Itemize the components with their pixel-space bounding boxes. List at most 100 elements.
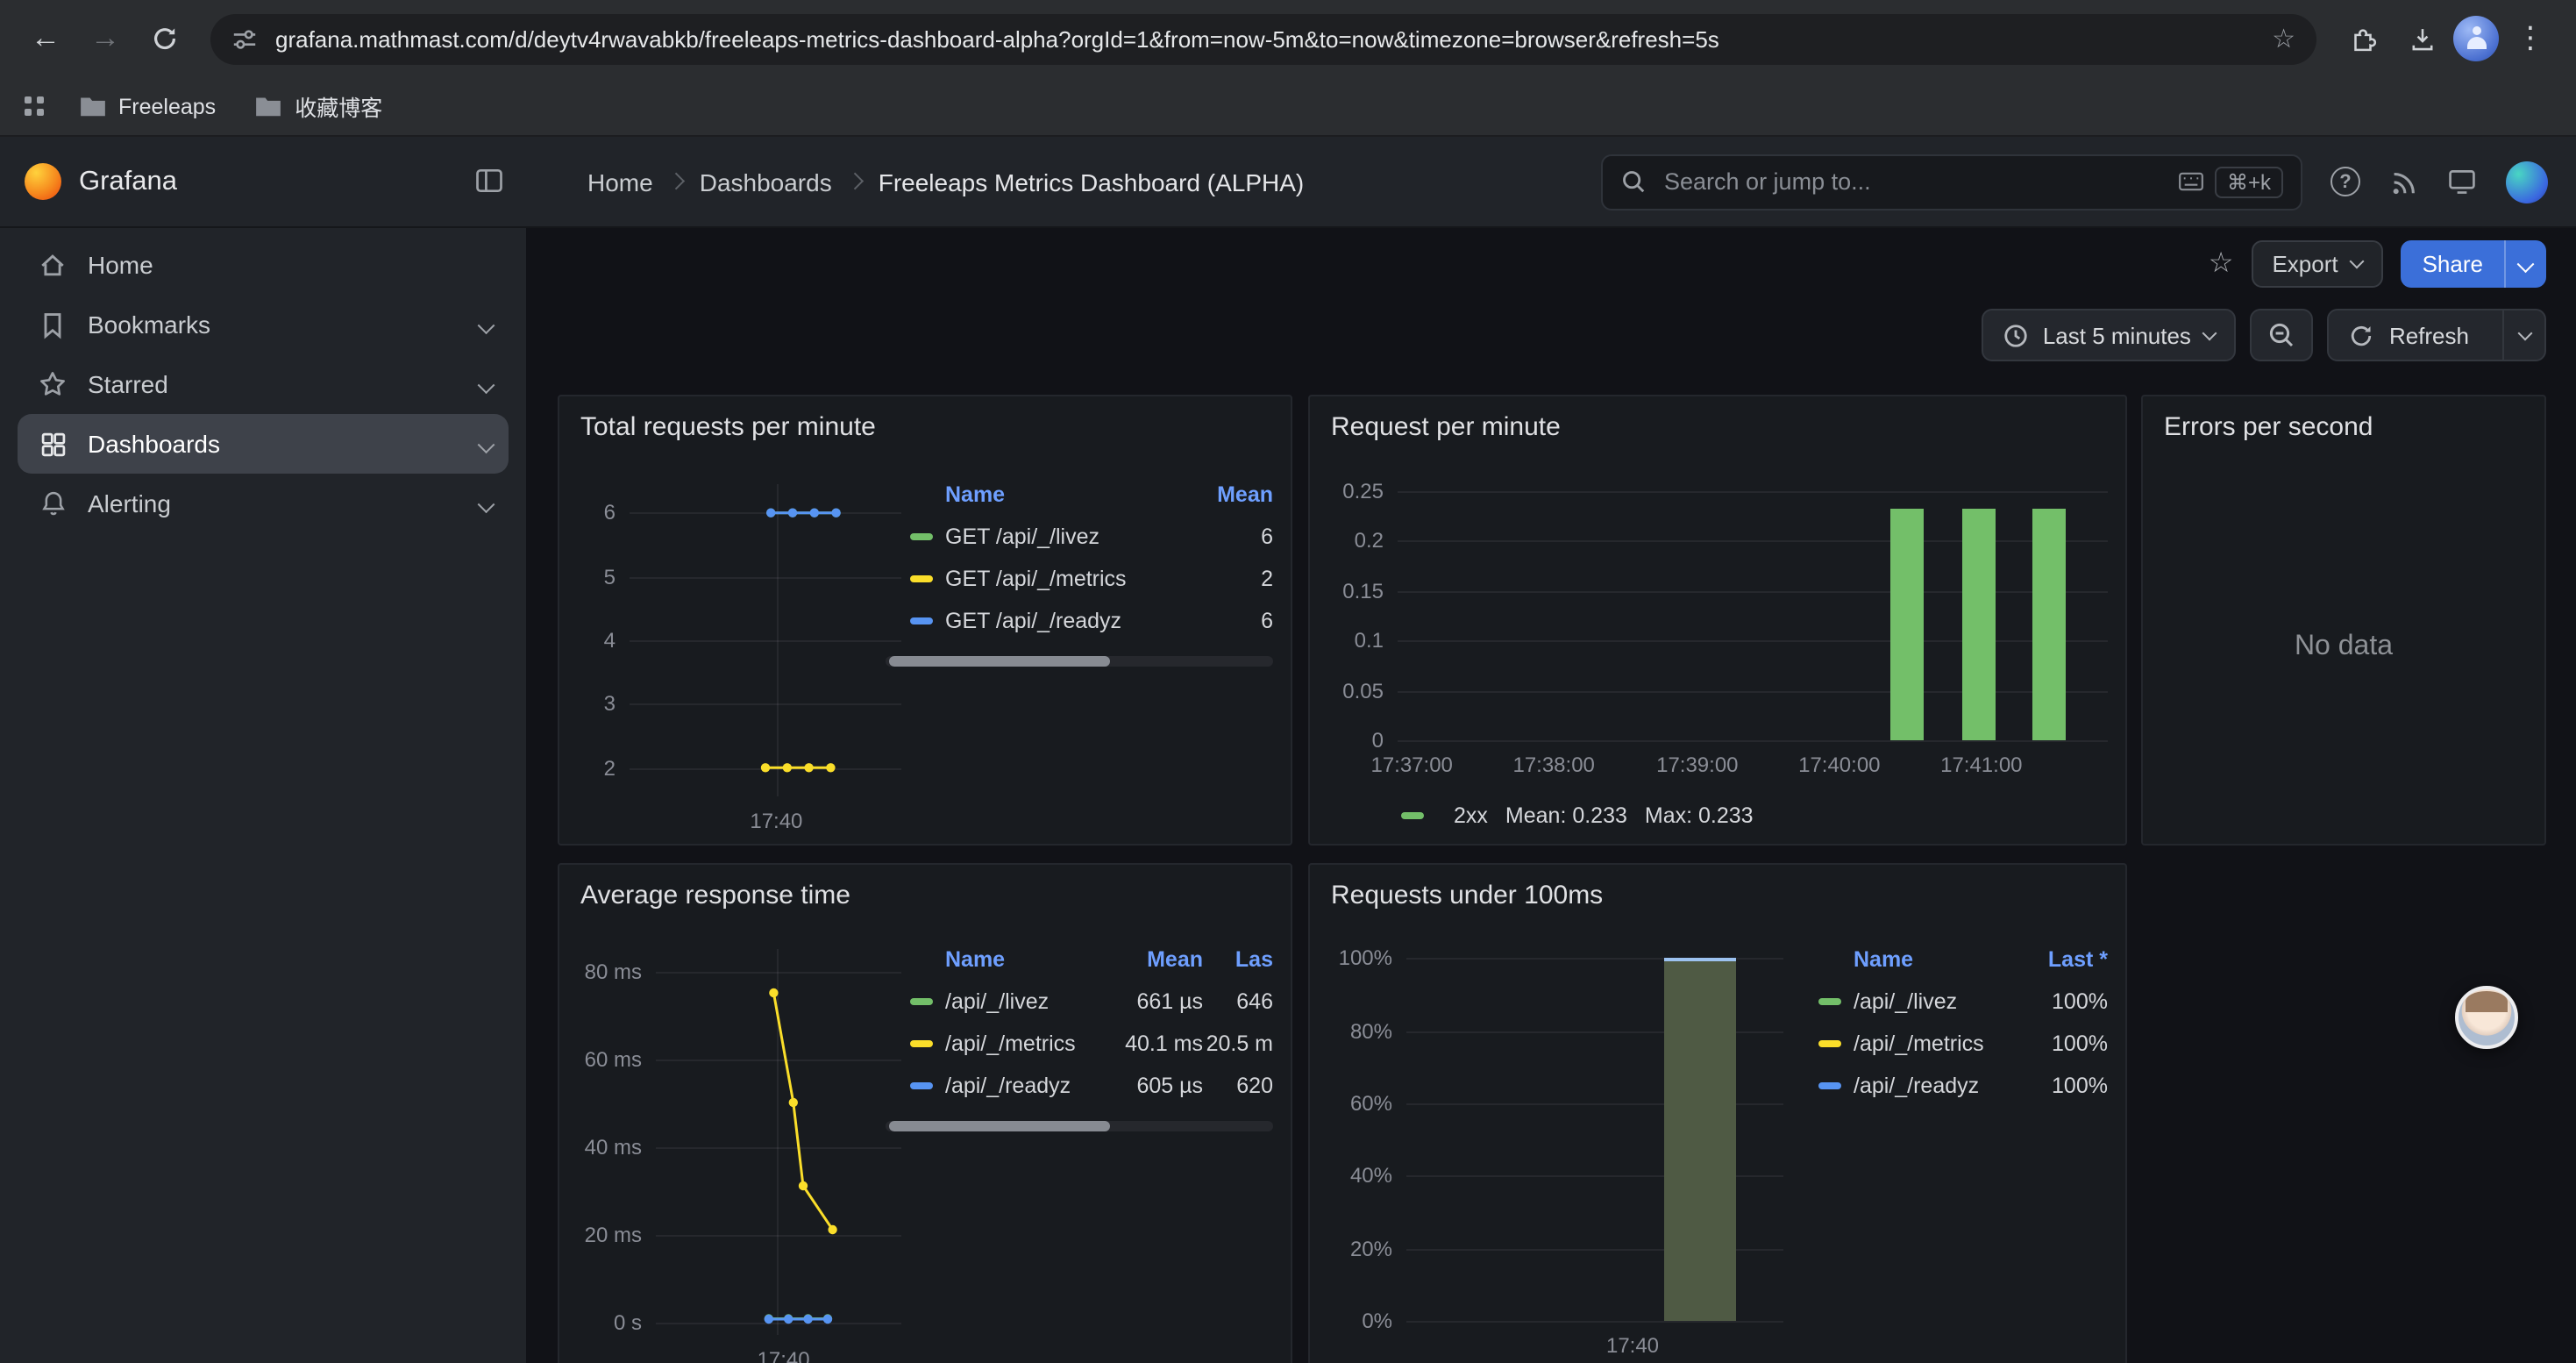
puzzle-icon: [2347, 24, 2377, 54]
apps-grid-icon[interactable]: [25, 97, 43, 116]
news-rss-button[interactable]: [2388, 167, 2418, 196]
y-axis-label: 40%: [1310, 1162, 1392, 1190]
legend-inline[interactable]: 2xx Mean: 0.233 Max: 0.233: [1401, 803, 1754, 828]
legend-row[interactable]: GET /api/_/livez6: [910, 516, 1273, 558]
refresh-interval-caret[interactable]: [2502, 310, 2544, 360]
sidebar-toggle-button[interactable]: [473, 165, 505, 196]
zoom-out-button[interactable]: [2251, 309, 2314, 361]
y-axis-label: 0: [1310, 726, 1384, 754]
dock-panel-icon: [473, 165, 505, 196]
x-axis-label: 17:39:00: [1619, 753, 1776, 777]
series-max: Max: 0.233: [1645, 803, 1754, 828]
search-box[interactable]: ⌘+k: [1601, 153, 2302, 210]
browser-menu-button[interactable]: ⋮: [2502, 11, 2558, 67]
sidebar-item-dashboards[interactable]: Dashboards: [18, 414, 509, 474]
legend-header: NameMean: [910, 474, 1273, 516]
refresh-button[interactable]: Refresh: [2328, 309, 2546, 361]
legend-row[interactable]: /api/_/metrics40.1 ms20.5 m: [910, 1023, 1273, 1065]
help-button[interactable]: ?: [2330, 167, 2360, 196]
header-icons: ?: [2320, 161, 2576, 203]
grafana-profile-avatar[interactable]: [2506, 161, 2548, 203]
reload-button[interactable]: [137, 11, 193, 67]
series-color-icon: [910, 1040, 933, 1047]
chevron-down-icon: [2517, 325, 2532, 340]
legend-row[interactable]: GET /api/_/readyz6: [910, 600, 1273, 642]
url-bar[interactable]: ☆: [210, 13, 2316, 64]
sidebar-item-home[interactable]: Home: [18, 235, 509, 295]
chevron-down-icon: [2518, 255, 2534, 271]
extensions-button[interactable]: [2334, 11, 2390, 67]
legend-row[interactable]: /api/_/readyz605 µs620: [910, 1065, 1273, 1107]
bookmark-icon: [35, 310, 70, 339]
forward-button[interactable]: →: [77, 11, 133, 67]
refresh-main[interactable]: Refresh: [2330, 322, 2488, 348]
series-color-icon: [910, 533, 933, 540]
share-menu-caret[interactable]: [2504, 239, 2546, 287]
legend-column-header[interactable]: Name: [945, 947, 1101, 972]
chart-bar: [2032, 508, 2066, 740]
monitor-icon: [2446, 167, 2478, 196]
y-axis-label: 0.15: [1310, 577, 1384, 605]
shortcut-kbd: ⌘+k: [2215, 166, 2283, 197]
sidebar-item-starred[interactable]: Starred: [18, 354, 509, 414]
downloads-button[interactable]: [2394, 11, 2450, 67]
browser-profile-avatar[interactable]: [2453, 16, 2499, 61]
folder-icon: [78, 95, 106, 118]
grafana-logo-icon[interactable]: [25, 163, 61, 200]
legend-scrollbar[interactable]: [886, 1121, 1273, 1131]
panel-total-requests-per-minute: Total requests per minute 6543217:40 Nam…: [558, 395, 1292, 846]
time-range-picker[interactable]: Last 5 minutes: [1982, 309, 2237, 361]
share-label[interactable]: Share: [2402, 239, 2504, 287]
series-name: /api/_/metrics: [1854, 1031, 2003, 1056]
rss-icon: [2388, 167, 2418, 196]
legend-row[interactable]: /api/_/metrics100%: [1818, 1023, 2108, 1065]
share-button[interactable]: Share: [2402, 239, 2546, 287]
favorite-star-button[interactable]: ☆: [2209, 246, 2234, 281]
legend-row[interactable]: /api/_/livez661 µs646: [910, 981, 1273, 1023]
legend-row[interactable]: GET /api/_/metrics2: [910, 558, 1273, 600]
legend-row[interactable]: /api/_/livez100%: [1818, 981, 2108, 1023]
breadcrumb-home[interactable]: Home: [587, 168, 653, 196]
x-axis-label: 17:38:00: [1475, 753, 1633, 777]
chart-series: [656, 949, 901, 1335]
brand-name: Grafana: [79, 166, 177, 197]
url-input[interactable]: [272, 24, 2258, 54]
legend-column-header[interactable]: Last *: [2003, 947, 2108, 972]
dashboard-actions: ☆ Export Share: [2209, 239, 2546, 288]
legend-column-header[interactable]: Name: [945, 482, 1175, 507]
scrollbar-thumb[interactable]: [889, 656, 1110, 667]
bookmark-star-icon[interactable]: ☆: [2272, 23, 2295, 54]
series-name: GET /api/_/readyz: [945, 609, 1175, 633]
back-icon: ←: [31, 21, 60, 56]
legend-column-header[interactable]: Las: [1203, 947, 1273, 972]
extension-avatar-overlay[interactable]: [2455, 986, 2518, 1049]
breadcrumb-dashboards[interactable]: Dashboards: [700, 168, 832, 196]
display-button[interactable]: [2446, 167, 2478, 196]
y-axis-label: 2: [559, 753, 616, 781]
x-axis-label: 17:37:00: [1333, 753, 1491, 777]
bookmark-folder-freeleaps[interactable]: Freeleaps: [64, 87, 230, 125]
sidebar-item-alerting[interactable]: Alerting: [18, 474, 509, 533]
back-button[interactable]: ←: [18, 11, 74, 67]
legend-column-header[interactable]: Name: [1854, 947, 2003, 972]
sidebar-item-bookmarks[interactable]: Bookmarks: [18, 295, 509, 354]
y-axis-label: 0.05: [1310, 676, 1384, 704]
y-axis-label: 20 ms: [559, 1220, 642, 1248]
export-button[interactable]: Export: [2251, 239, 2383, 287]
x-axis-label: 17:40: [697, 809, 855, 833]
panel-errors-per-second: Errors per second No data: [2141, 395, 2546, 846]
legend-column-header[interactable]: Mean: [1101, 947, 1203, 972]
legend-column-header[interactable]: Mean: [1175, 482, 1273, 507]
chevron-down-icon: [477, 317, 493, 332]
y-axis-label: 0%: [1310, 1307, 1392, 1335]
search-input[interactable]: [1661, 167, 2164, 196]
bookmark-folder-blog[interactable]: 收藏博客: [240, 82, 396, 130]
series-value: 40.1 ms: [1101, 1031, 1203, 1056]
panel-title[interactable]: Errors per second: [2164, 412, 2373, 442]
refresh-icon: [2349, 322, 2375, 348]
scrollbar-thumb[interactable]: [889, 1121, 1110, 1131]
legend-scrollbar[interactable]: [886, 656, 1273, 667]
grafana-header: Grafana Home Dashboards Freeleaps Metric…: [0, 137, 2576, 228]
legend-row[interactable]: /api/_/readyz100%: [1818, 1065, 2108, 1107]
series-value: 646: [1203, 989, 1273, 1014]
